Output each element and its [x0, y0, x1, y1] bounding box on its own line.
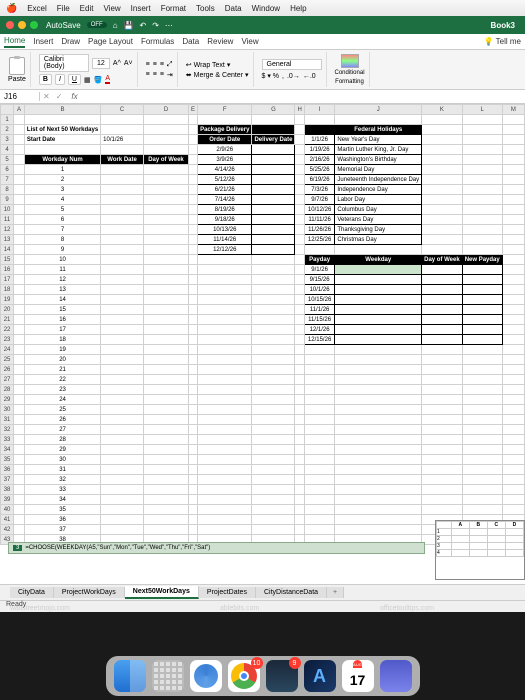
menu-tools[interactable]: Tools — [196, 4, 215, 13]
background-formula-row: 3=CHOOSE(WEEKDAY(A5,"Sun","Mon","Tue","W… — [8, 542, 425, 554]
tab-pagelayout[interactable]: Page Layout — [88, 37, 133, 46]
menu-data[interactable]: Data — [225, 4, 242, 13]
add-sheet-button[interactable]: + — [327, 587, 344, 598]
align-bot-icon[interactable]: ≡ — [160, 61, 164, 68]
fx-icon[interactable]: fx — [65, 92, 83, 101]
name-box[interactable]: J16 — [0, 92, 40, 101]
condfmt-icon — [341, 54, 359, 68]
sheet-next50workdays[interactable]: Next50WorkDays — [125, 586, 199, 599]
italic-button[interactable]: I — [55, 74, 65, 85]
tab-view[interactable]: View — [241, 37, 258, 46]
align-left-icon[interactable]: ≡ — [146, 71, 150, 78]
align-mid-icon[interactable]: ≡ — [153, 61, 157, 68]
safari-icon[interactable] — [190, 660, 222, 692]
font-select[interactable]: Calibri (Body) — [39, 54, 89, 72]
app-name[interactable]: Excel — [27, 4, 47, 13]
underline-button[interactable]: U — [68, 74, 81, 85]
undo-icon[interactable]: ↶ — [140, 21, 147, 30]
fontsize-select[interactable]: 12 — [92, 58, 110, 69]
mac-menubar: 🍎 Excel File Edit View Insert Format Too… — [0, 0, 525, 16]
menu-window[interactable]: Window — [252, 4, 280, 13]
menu-help[interactable]: Help — [290, 4, 306, 13]
background-sheet: ABCD 1 2 3 4 — [435, 520, 525, 580]
number-format[interactable]: General — [262, 59, 322, 70]
ribbon-tabs: Home Insert Draw Page Layout Formulas Da… — [0, 34, 525, 50]
currency-button[interactable]: $ ▾ % — [262, 72, 280, 80]
autosave-label: AutoSave — [46, 21, 81, 30]
cancel-formula-icon[interactable]: ✕ — [40, 92, 53, 101]
sheet-tabs: CityData ProjectWorkDays Next50WorkDays … — [0, 584, 525, 600]
document-title: Book3 — [491, 21, 515, 30]
tab-review[interactable]: Review — [207, 37, 233, 46]
dock: 10 9 AUG 17 — [106, 656, 420, 696]
wrap-text[interactable]: ↩ Wrap Text ▾ — [186, 61, 231, 69]
align-top-icon[interactable]: ≡ — [146, 61, 150, 68]
clipboard-icon — [9, 57, 25, 75]
sheet-citydata[interactable]: CityData — [10, 587, 54, 598]
tab-draw[interactable]: Draw — [61, 37, 80, 46]
decrease-font-icon[interactable]: A˅ — [124, 60, 133, 67]
tab-home[interactable]: Home — [4, 36, 25, 48]
affinity-icon[interactable] — [304, 660, 336, 692]
menu-edit[interactable]: Edit — [80, 4, 94, 13]
formula-bar: J16 ✕ ✓ fx — [0, 90, 525, 104]
redo-icon[interactable]: ↷ — [152, 21, 159, 30]
watermark: wallstreetmojo.com — [10, 605, 70, 612]
merge-center[interactable]: ⬌ Merge & Center ▾ — [186, 71, 249, 79]
menu-insert[interactable]: Insert — [131, 4, 151, 13]
fontcolor-icon[interactable]: A — [105, 75, 110, 84]
menu-view[interactable]: View — [103, 4, 120, 13]
minimize-icon[interactable] — [18, 21, 26, 29]
window-controls — [6, 21, 38, 29]
enter-formula-icon[interactable]: ✓ — [53, 92, 66, 101]
fill-icon[interactable]: 🪣 — [94, 76, 103, 84]
watermark: officetooltips.com — [380, 605, 434, 612]
ribbon: Paste Calibri (Body) 12 A^ A˅ B I U ▦ 🪣 … — [0, 50, 525, 90]
sheet-citydistancedata[interactable]: CityDistanceData — [256, 587, 327, 598]
teams-icon[interactable] — [380, 660, 412, 692]
steam-icon[interactable]: 9 — [266, 660, 298, 692]
bold-button[interactable]: B — [39, 74, 52, 85]
align-center-icon[interactable]: ≡ — [153, 71, 157, 78]
menu-file[interactable]: File — [57, 4, 70, 13]
close-icon[interactable] — [6, 21, 14, 29]
spreadsheet-grid[interactable]: ABCDEFGHIJKLM12List of Next 50 WorkdaysP… — [0, 104, 525, 584]
tell-me[interactable]: 💡 Tell me — [484, 37, 521, 46]
window-titlebar: AutoSave OFF ⌂ 💾 ↶ ↷ ⋯ Book3 — [0, 16, 525, 34]
launchpad-icon[interactable] — [152, 660, 184, 692]
sheet-projectworkdays[interactable]: ProjectWorkDays — [54, 587, 125, 598]
inc-decimal-icon[interactable]: .0→ — [287, 73, 300, 80]
conditional-formatting[interactable]: Conditional Formatting — [331, 52, 370, 87]
dec-decimal-icon[interactable]: ←.0 — [303, 73, 316, 80]
sheet-projectdates[interactable]: ProjectDates — [199, 587, 256, 598]
autosave-toggle[interactable]: OFF — [87, 22, 107, 28]
border-icon[interactable]: ▦ — [84, 76, 91, 84]
home-icon[interactable]: ⌂ — [113, 21, 118, 30]
paste-button[interactable]: Paste — [8, 57, 26, 83]
menu-format[interactable]: Format — [161, 4, 186, 13]
status-bar: Ready — [0, 600, 525, 612]
tab-insert[interactable]: Insert — [33, 37, 53, 46]
apple-icon[interactable]: 🍎 — [6, 3, 17, 14]
finder-icon[interactable] — [114, 660, 146, 692]
zoom-icon[interactable] — [30, 21, 38, 29]
watermark: ablebits.com — [220, 605, 259, 612]
increase-font-icon[interactable]: A^ — [113, 60, 121, 67]
tab-formulas[interactable]: Formulas — [141, 37, 174, 46]
chrome-icon[interactable]: 10 — [228, 660, 260, 692]
orientation-icon[interactable]: ⤢ — [167, 61, 173, 69]
comma-button[interactable]: , — [282, 73, 284, 80]
save-icon[interactable]: 💾 — [124, 21, 134, 30]
indent-icon[interactable]: ⇥ — [167, 71, 173, 79]
calendar-icon[interactable]: AUG 17 — [342, 660, 374, 692]
tab-data[interactable]: Data — [182, 37, 199, 46]
more-icon[interactable]: ⋯ — [165, 21, 173, 30]
align-right-icon[interactable]: ≡ — [160, 71, 164, 78]
